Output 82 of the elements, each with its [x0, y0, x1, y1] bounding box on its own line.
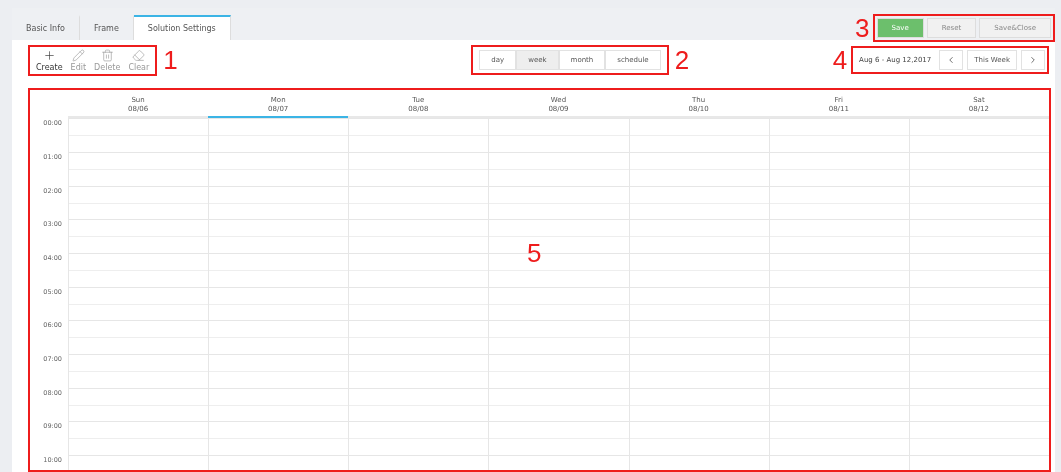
plus-icon — [42, 48, 56, 62]
calendar-slot[interactable] — [488, 118, 629, 152]
calendar-slot[interactable] — [68, 286, 209, 321]
calendar-slot[interactable] — [908, 286, 1049, 321]
calendar-slot[interactable] — [908, 151, 1049, 186]
calendar-slot[interactable] — [348, 151, 489, 186]
calendar-slot[interactable] — [208, 252, 349, 287]
callout-number: 2 — [674, 47, 690, 73]
calendar-slot[interactable] — [908, 320, 1049, 354]
calendar-slot[interactable] — [208, 421, 349, 456]
calendar-slot[interactable] — [768, 151, 909, 186]
tab[interactable]: Solution Settings — [133, 15, 231, 40]
calendar-slot[interactable] — [768, 219, 909, 253]
calendar-slot[interactable] — [628, 387, 769, 422]
calendar-slot[interactable] — [208, 185, 349, 220]
calendar-slot[interactable] — [348, 118, 489, 152]
calendar-slot[interactable] — [908, 354, 1049, 388]
calendar-slot[interactable] — [348, 387, 489, 422]
calendar-slot[interactable] — [628, 118, 769, 152]
callout-number: 1 — [163, 47, 178, 73]
calendar-slot[interactable] — [488, 421, 629, 456]
calendar-slot[interactable] — [68, 354, 209, 388]
calendar-slot[interactable] — [908, 421, 1049, 456]
calendar-slot[interactable] — [768, 387, 909, 422]
calendar-slot[interactable] — [68, 151, 209, 186]
calendar-slot[interactable] — [208, 151, 349, 186]
calendar-slot[interactable] — [768, 421, 909, 456]
calendar-slot[interactable] — [348, 320, 489, 354]
calendar-slot[interactable] — [628, 151, 769, 186]
eraser-icon — [132, 48, 146, 62]
calendar-slot[interactable] — [488, 387, 629, 422]
next-button[interactable] — [1021, 50, 1045, 70]
calendar-slot[interactable] — [348, 286, 489, 321]
calendar-slot[interactable] — [208, 219, 349, 253]
calendar-slot[interactable] — [628, 252, 769, 287]
calendar-slot[interactable] — [628, 185, 769, 220]
calendar-slot[interactable] — [908, 252, 1049, 287]
calendar-slot[interactable] — [68, 118, 209, 152]
calendar-slot[interactable] — [488, 151, 629, 186]
callout-number: 5 — [527, 240, 542, 266]
calendar-slot[interactable] — [348, 354, 489, 388]
calendar-slot[interactable] — [908, 387, 1049, 422]
calendar-slot[interactable] — [768, 286, 909, 321]
calendar-slot[interactable] — [488, 185, 629, 220]
calendar-slot[interactable] — [348, 421, 489, 456]
calendar-slot[interactable] — [488, 354, 629, 388]
calendar-slot[interactable] — [348, 185, 489, 220]
calendar-slot[interactable] — [628, 421, 769, 456]
calendar-slot[interactable] — [68, 219, 209, 253]
calendar-slot[interactable] — [908, 185, 1049, 220]
calendar-slot[interactable] — [68, 252, 209, 287]
calendar-slot[interactable] — [768, 252, 909, 287]
calendar-slot[interactable] — [628, 354, 769, 388]
calendar-slot[interactable] — [208, 320, 349, 354]
calendar-slot[interactable] — [768, 185, 909, 220]
calendar-slot[interactable] — [488, 320, 629, 354]
calendar-slot[interactable] — [628, 219, 769, 253]
toolbar-button[interactable]: Create — [32, 48, 67, 72]
previous-button[interactable] — [939, 50, 964, 70]
calendar-slot[interactable] — [348, 252, 489, 287]
calendar-slot[interactable] — [628, 320, 769, 354]
calendar-slot[interactable] — [628, 286, 769, 321]
calendar-slot[interactable] — [908, 118, 1049, 152]
calendar-slot[interactable] — [348, 219, 489, 253]
calendar-slot[interactable] — [768, 354, 909, 388]
callout-number: 3 — [855, 15, 870, 41]
calendar-slot[interactable] — [208, 118, 349, 152]
calendar-slot[interactable] — [208, 387, 349, 422]
calendar-slot[interactable] — [68, 320, 209, 354]
calendar-slot[interactable] — [68, 421, 209, 456]
calendar-slot[interactable] — [768, 118, 909, 152]
pencil-icon — [71, 48, 85, 62]
trash-icon — [100, 48, 114, 62]
calendar-slot[interactable] — [208, 354, 349, 388]
calendar-slot[interactable] — [208, 286, 349, 321]
chevron-right-icon — [1028, 55, 1038, 65]
calendar-slot[interactable] — [68, 185, 209, 220]
calendar-slot[interactable] — [488, 286, 629, 321]
calendar-slot[interactable] — [68, 387, 209, 422]
calendar-slot[interactable] — [768, 320, 909, 354]
calendar-slot[interactable] — [908, 219, 1049, 253]
callout-number: 4 — [832, 47, 848, 73]
